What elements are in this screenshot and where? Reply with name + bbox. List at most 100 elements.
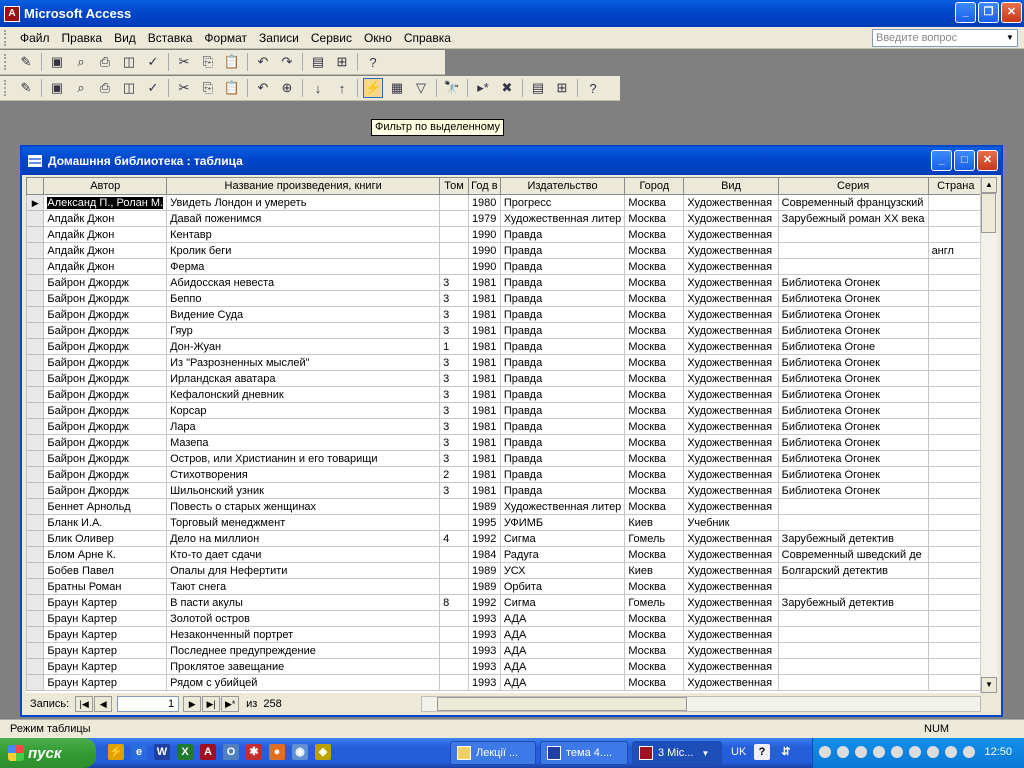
table-cell[interactable]: Художественная: [683, 370, 779, 387]
record-selector[interactable]: [26, 242, 45, 259]
table-cell[interactable]: Болгарский детектив: [777, 562, 929, 579]
table-cell[interactable]: Москва: [624, 546, 685, 563]
table-cell[interactable]: 3: [439, 418, 469, 435]
table-cell[interactable]: Библиотека Огонек: [777, 418, 929, 435]
table-cell[interactable]: 1981: [467, 322, 501, 339]
table-row[interactable]: Браун Картер В пасти акулы 8 1992 Сигма Гомел…: [26, 594, 984, 611]
close-button[interactable]: ✕: [1001, 2, 1022, 23]
table-cell[interactable]: Правда: [499, 354, 626, 371]
table-cell[interactable]: Библиотека Огонек: [777, 482, 929, 499]
table-cell[interactable]: Братны Роман: [43, 578, 168, 595]
table-cell[interactable]: Гяур: [166, 322, 441, 339]
table-cell[interactable]: Последнее предупреждение: [166, 642, 441, 659]
find-icon[interactable]: 🔭: [442, 78, 462, 98]
table-row[interactable]: Байрон Джордж Лара 3 1981 Правда Москва Художе…: [26, 418, 984, 435]
save-icon[interactable]: ▣: [47, 52, 67, 72]
access-icon[interactable]: A: [200, 744, 216, 760]
tray-icon[interactable]: [873, 746, 885, 758]
table-cell[interactable]: Бобев Павел: [43, 562, 168, 579]
table-row[interactable]: Апдайк Джон Ферма 1990 Правда Москва Художест…: [26, 258, 984, 275]
table-cell[interactable]: Байрон Джордж: [43, 386, 168, 403]
table-cell[interactable]: Гомель: [624, 594, 685, 611]
table-cell[interactable]: Современный шведский де: [777, 546, 929, 563]
prev-record-button[interactable]: ◀: [94, 696, 113, 712]
table-cell[interactable]: [927, 226, 984, 243]
cut-icon[interactable]: ✂: [174, 52, 194, 72]
table-row[interactable]: Байрон Джордж Ирландская аватара 3 1981 Прав…: [26, 370, 984, 387]
table-cell[interactable]: [927, 386, 984, 403]
table-cell[interactable]: Москва: [624, 274, 685, 291]
table-cell[interactable]: Художественная: [683, 354, 779, 371]
table-cell[interactable]: Правда: [499, 418, 626, 435]
column-header[interactable]: Том: [439, 177, 469, 195]
table-cell[interactable]: Художественная: [683, 642, 779, 659]
filter-by-form-icon[interactable]: ▦: [387, 78, 407, 98]
table-cell[interactable]: [777, 242, 929, 259]
horizontal-scrollbar[interactable]: [421, 696, 981, 712]
table-cell[interactable]: 3: [439, 354, 469, 371]
table-cell[interactable]: Художественная: [683, 306, 779, 323]
tray-icon[interactable]: [891, 746, 903, 758]
preview-icon[interactable]: ◫: [119, 52, 139, 72]
table-cell[interactable]: Правда: [499, 290, 626, 307]
table-cell[interactable]: 1981: [467, 274, 501, 291]
last-record-button[interactable]: ▶|: [202, 696, 221, 712]
table-cell[interactable]: УФИМБ: [499, 514, 626, 531]
table-cell[interactable]: Москва: [624, 658, 685, 675]
table-cell[interactable]: Библиотека Огонек: [777, 386, 929, 403]
table-cell[interactable]: Библиотека Огоне: [777, 338, 929, 355]
table-cell[interactable]: [439, 658, 469, 675]
table-cell[interactable]: Москва: [624, 242, 685, 259]
language-indicator[interactable]: UK: [731, 746, 746, 758]
table-cell[interactable]: Москва: [624, 482, 685, 499]
table-cell[interactable]: Незаконченный портрет: [166, 626, 441, 643]
table-cell[interactable]: [927, 530, 984, 547]
table-cell[interactable]: 1993: [467, 642, 501, 659]
table-cell[interactable]: [927, 370, 984, 387]
database-window-icon[interactable]: ▤: [528, 78, 548, 98]
table-cell[interactable]: [927, 274, 984, 291]
table-row[interactable]: Бобев Павел Опалы для Нефертити 1989 УСХ Кие…: [26, 562, 984, 579]
record-selector[interactable]: [26, 434, 45, 451]
chevron-down-icon[interactable]: ▼: [1003, 30, 1017, 46]
table-cell[interactable]: Учебник: [683, 514, 779, 531]
table-cell[interactable]: Художественная: [683, 578, 779, 595]
delete-record-icon[interactable]: ✖: [497, 78, 517, 98]
table-cell[interactable]: Москва: [624, 626, 685, 643]
table-cell[interactable]: Москва: [624, 498, 685, 515]
table-cell[interactable]: 4: [439, 530, 469, 547]
table-cell[interactable]: Правда: [499, 338, 626, 355]
record-selector[interactable]: [26, 562, 45, 579]
table-cell[interactable]: Художественная: [683, 674, 779, 691]
table-row[interactable]: Апдайк Джон Давай поженимся 1979 Художестве…: [26, 210, 984, 227]
table-cell[interactable]: Остров, или Христианин и его товарищи: [166, 450, 441, 467]
table-cell[interactable]: [439, 258, 469, 275]
start-button[interactable]: пуск: [0, 738, 96, 768]
table-cell[interactable]: Художественная: [683, 242, 779, 259]
table-cell[interactable]: Байрон Джордж: [43, 418, 168, 435]
table-cell[interactable]: 3: [439, 290, 469, 307]
table-cell[interactable]: Шильонский узник: [166, 482, 441, 499]
table-cell[interactable]: Беппо: [166, 290, 441, 307]
table-cell[interactable]: 1990: [467, 226, 501, 243]
table-cell[interactable]: 1990: [467, 258, 501, 275]
table-cell[interactable]: [777, 578, 929, 595]
record-selector[interactable]: [26, 514, 45, 531]
save-icon[interactable]: ▣: [47, 78, 67, 98]
table-cell[interactable]: 1989: [467, 562, 501, 579]
quicklaunch-icon[interactable]: ⚡: [108, 744, 124, 760]
table-cell[interactable]: 2: [439, 466, 469, 483]
table-cell[interactable]: 1981: [467, 354, 501, 371]
table-cell[interactable]: Москва: [624, 290, 685, 307]
table-row[interactable]: Бланк И.А. Торговый менеджмент 1995 УФИМБ Ки…: [26, 514, 984, 531]
table-cell[interactable]: Корсар: [166, 402, 441, 419]
table-cell[interactable]: Дон-Жуан: [166, 338, 441, 355]
record-selector[interactable]: [26, 578, 45, 595]
explorer-icon[interactable]: ◉: [292, 744, 308, 760]
record-selector[interactable]: [26, 674, 45, 691]
table-cell[interactable]: [927, 322, 984, 339]
record-selector[interactable]: [26, 498, 45, 515]
sort-ascending-icon[interactable]: ↓: [308, 78, 328, 98]
table-cell[interactable]: Байрон Джордж: [43, 482, 168, 499]
table-cell[interactable]: [439, 674, 469, 691]
